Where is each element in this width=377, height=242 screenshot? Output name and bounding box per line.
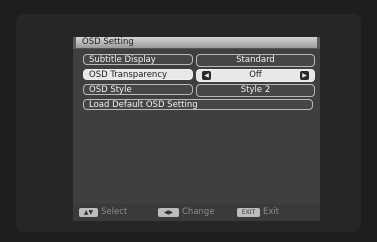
osd-style-label: OSD Style (83, 84, 193, 95)
menu-row-osd-style[interactable]: OSD Style Style 2 (83, 84, 315, 97)
menu-footer-hints: ▲▼ Select ◀▶ Change EXIT Exit (73, 204, 320, 221)
hint-exit-label: Exit (263, 207, 280, 217)
hint-select-label: Select (101, 207, 128, 217)
menu-title: OSD Setting (82, 37, 134, 47)
osd-transparency-label: OSD Transparency (83, 69, 193, 80)
up-down-key-icon: ▲▼ (79, 208, 98, 217)
hint-change-label: Change (182, 207, 215, 217)
menu-titlebar: OSD Setting (73, 37, 320, 49)
subtitle-display-value[interactable]: Standard (196, 54, 315, 67)
osd-setting-menu: OSD Setting Subtitle Display Standard OS… (73, 37, 320, 221)
osd-transparency-value: Off (249, 70, 262, 80)
osd-transparency-value-field[interactable]: ◀ Off ▶ (196, 69, 315, 82)
arrow-right-icon[interactable]: ▶ (300, 71, 309, 80)
titlebar-left-cap (73, 37, 76, 48)
exit-key-icon: EXIT (237, 208, 260, 217)
menu-row-osd-transparency[interactable]: OSD Transparency ◀ Off ▶ (83, 69, 315, 82)
load-default-osd-setting-button[interactable]: Load Default OSD Setting (83, 99, 313, 110)
titlebar-right-cap (317, 37, 320, 48)
arrow-left-icon[interactable]: ◀ (202, 71, 211, 80)
subtitle-display-label: Subtitle Display (83, 54, 193, 65)
left-right-key-icon: ◀▶ (158, 208, 179, 217)
menu-row-load-default[interactable]: Load Default OSD Setting (83, 99, 313, 112)
osd-style-value[interactable]: Style 2 (196, 84, 315, 97)
menu-row-subtitle-display[interactable]: Subtitle Display Standard (83, 54, 315, 67)
